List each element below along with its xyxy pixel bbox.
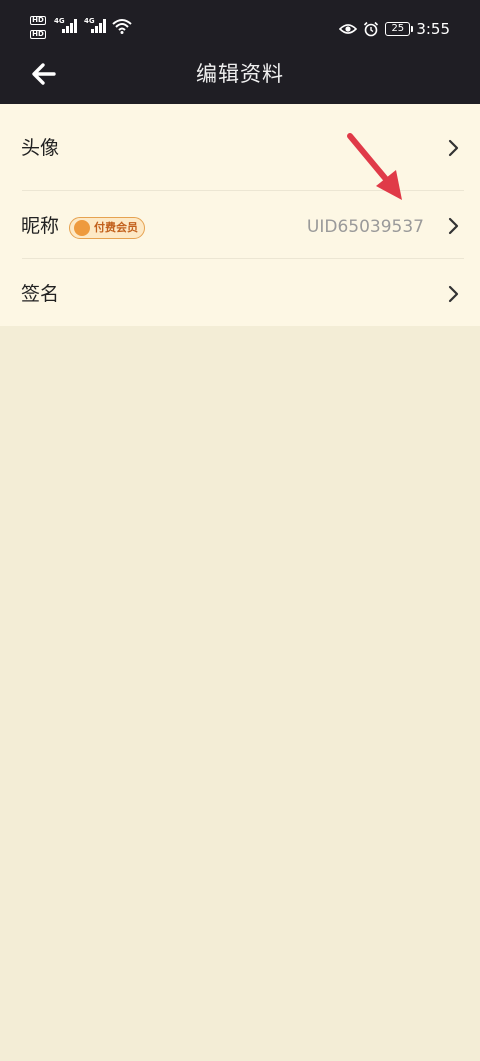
status-right-group: 25 3:55: [339, 19, 450, 39]
eye-icon: [339, 24, 358, 34]
alarm-icon: [364, 21, 379, 37]
signal-icon: [91, 19, 109, 33]
signal-group: HD HD 4G 4G: [30, 16, 134, 44]
hd-badge: HD: [30, 16, 46, 25]
status-bar: HD HD 4G 4G 25 3:55: [0, 0, 480, 56]
row-label: 签名: [21, 283, 60, 305]
status-time: 3:55: [416, 20, 450, 38]
hd-badge: HD: [30, 30, 46, 39]
annotation-arrow-icon: [347, 133, 402, 200]
chevron-right-icon: [448, 217, 459, 235]
row-label: 头像: [21, 137, 60, 159]
wifi-icon: [112, 19, 132, 34]
badge-text: 付费会员: [94, 221, 138, 234]
signal-icon: [62, 19, 80, 33]
user-id: UID65039537: [306, 217, 424, 237]
chevron-right-icon: [448, 285, 459, 303]
page-title: 编辑资料: [196, 62, 284, 86]
chevron-right-icon: [448, 139, 459, 157]
divider: [22, 258, 464, 259]
paid-member-badge: 付费会员: [69, 217, 145, 239]
member-badge-icon: [74, 220, 90, 236]
row-signature[interactable]: 签名: [0, 260, 480, 328]
battery-icon: 25: [385, 22, 414, 36]
row-label: 昵称: [21, 215, 60, 237]
top-bar: HD HD 4G 4G 25 3:55 编辑资料: [0, 0, 480, 104]
